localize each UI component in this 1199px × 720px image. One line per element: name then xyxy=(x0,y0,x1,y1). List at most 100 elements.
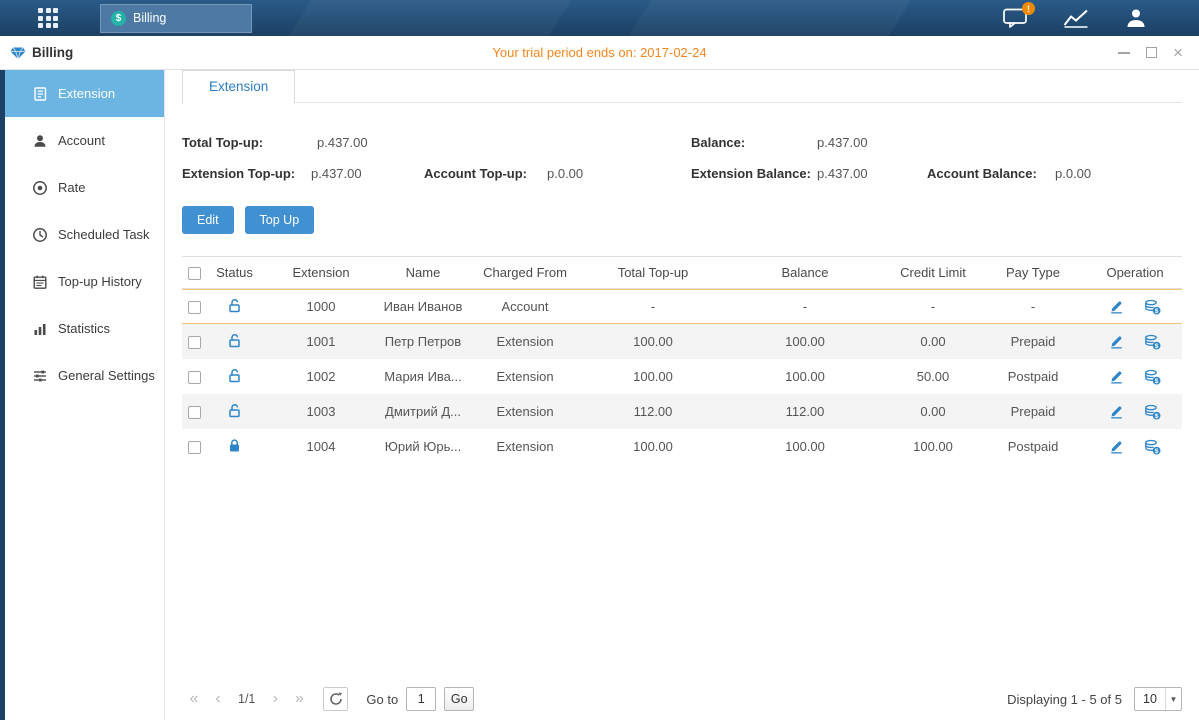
user-account-icon[interactable] xyxy=(1125,7,1147,29)
sidebar-item-general-settings[interactable]: General Settings xyxy=(5,352,164,399)
next-page-icon[interactable]: › xyxy=(263,687,287,711)
goto-page-input[interactable] xyxy=(406,687,436,711)
topbar-decoration xyxy=(289,0,571,36)
topbar-billing-tab[interactable]: $ Billing xyxy=(100,4,252,33)
header-status: Status xyxy=(207,256,262,289)
credit-limit-cell: 0.00 xyxy=(888,394,978,429)
table-row[interactable]: 1004 Юрий Юрь... Extension 100.00 100.00… xyxy=(182,429,1182,464)
prev-page-icon[interactable]: ‹ xyxy=(206,687,230,711)
balance-value: p.437.00 xyxy=(817,127,868,158)
table-row[interactable]: 1001 Петр Петров Extension 100.00 100.00… xyxy=(182,324,1182,359)
table-row[interactable]: 1003 Дмитрий Д... Extension 112.00 112.0… xyxy=(182,394,1182,429)
status-icon xyxy=(227,332,242,348)
top-up-row-icon[interactable]: $ xyxy=(1144,299,1161,315)
sidebar-item-label: Account xyxy=(58,133,105,148)
name-cell: Иван Иванов xyxy=(380,289,466,324)
status-icon xyxy=(227,437,242,453)
first-page-icon[interactable]: « xyxy=(182,687,206,711)
top-up-row-icon[interactable]: $ xyxy=(1144,439,1161,455)
extension-cell: 1003 xyxy=(262,394,380,429)
pay-type-cell: Prepaid xyxy=(978,394,1088,429)
extension-balance-label: Extension Balance: xyxy=(691,158,811,189)
extension-cell: 1001 xyxy=(262,324,380,359)
pay-type-cell: Postpaid xyxy=(978,429,1088,464)
row-checkbox[interactable] xyxy=(188,336,201,349)
top-up-row-icon[interactable]: $ xyxy=(1144,369,1161,385)
close-icon[interactable]: × xyxy=(1173,47,1183,58)
total-topup-cell: 100.00 xyxy=(584,324,722,359)
sidebar-item-rate[interactable]: Rate xyxy=(5,164,164,211)
row-checkbox[interactable] xyxy=(188,301,201,314)
header-charged-from: Charged From xyxy=(466,256,584,289)
total-topup-cell: 100.00 xyxy=(584,359,722,394)
account-topup-value: p.0.00 xyxy=(547,158,583,189)
top-up-button[interactable]: Top Up xyxy=(245,206,315,234)
svg-text:$: $ xyxy=(1155,447,1159,454)
topbar: $ Billing ! xyxy=(0,0,1199,36)
edit-row-icon[interactable] xyxy=(1109,404,1124,419)
edit-row-icon[interactable] xyxy=(1109,369,1124,384)
edit-button[interactable]: Edit xyxy=(182,206,234,234)
table-row[interactable]: 1000 Иван Иванов Account - - - - xyxy=(182,289,1182,324)
account-topup-label: Account Top-up: xyxy=(424,158,527,189)
name-cell: Петр Петров xyxy=(380,324,466,359)
table-row[interactable]: 1002 Мария Ива... Extension 100.00 100.0… xyxy=(182,359,1182,394)
sidebar-item-label: Statistics xyxy=(58,321,110,336)
top-up-row-icon[interactable]: $ xyxy=(1144,334,1161,350)
row-checkbox[interactable] xyxy=(188,406,201,419)
select-all-checkbox[interactable] xyxy=(188,267,201,280)
last-page-icon[interactable]: » xyxy=(287,687,311,711)
sidebar-item-label: Extension xyxy=(58,86,115,101)
edit-row-icon[interactable] xyxy=(1109,299,1124,314)
top-up-row-icon[interactable]: $ xyxy=(1144,404,1161,420)
main-content: Extension Total Top-up: p.437.00 Balance… xyxy=(165,70,1199,720)
minimize-icon[interactable] xyxy=(1118,52,1130,54)
svg-text:$: $ xyxy=(1155,377,1159,384)
extension-balance-value: p.437.00 xyxy=(817,158,868,189)
page-info: 1/1 xyxy=(238,692,255,706)
maximize-icon[interactable] xyxy=(1146,47,1157,58)
billing-gem-icon xyxy=(10,45,26,61)
credit-limit-cell: 100.00 xyxy=(888,429,978,464)
account-icon xyxy=(32,133,48,149)
sidebar-item-scheduled-task[interactable]: Scheduled Task xyxy=(5,211,164,258)
status-icon xyxy=(227,367,242,383)
table-header-row: Status Extension Name Charged From Total… xyxy=(182,256,1182,289)
tab-extension[interactable]: Extension xyxy=(182,70,295,104)
app-title: Billing xyxy=(32,45,73,60)
sidebar-item-label: General Settings xyxy=(58,368,155,383)
scheduled-task-icon xyxy=(32,227,48,243)
sidebar-item-extension[interactable]: Extension xyxy=(5,70,164,117)
titlebar: Billing Your trial period ends on: 2017-… xyxy=(0,36,1199,70)
tab-strip: Extension xyxy=(182,70,1182,103)
sidebar-item-account[interactable]: Account xyxy=(5,117,164,164)
sidebar-item-label: Rate xyxy=(58,180,85,195)
total-topup-label: Total Top-up: xyxy=(182,127,263,158)
extension-cell: 1004 xyxy=(262,429,380,464)
name-cell: Юрий Юрь... xyxy=(380,429,466,464)
go-button[interactable]: Go xyxy=(444,687,474,711)
edit-row-icon[interactable] xyxy=(1109,334,1124,349)
refresh-icon[interactable] xyxy=(323,687,348,711)
charged-from-cell: Extension xyxy=(466,324,584,359)
apps-grid-icon[interactable] xyxy=(38,8,58,28)
charged-from-cell: Account xyxy=(466,289,584,324)
balance-cell: 112.00 xyxy=(722,394,888,429)
messages-icon[interactable]: ! xyxy=(1003,8,1027,28)
balance-cell: - xyxy=(722,289,888,324)
page-size-select[interactable]: 10 ▼ xyxy=(1134,687,1182,711)
sidebar-item-topup-history[interactable]: Top-up History xyxy=(5,258,164,305)
row-checkbox[interactable] xyxy=(188,441,201,454)
status-icon xyxy=(227,297,242,313)
dollar-icon: $ xyxy=(111,11,126,26)
extension-topup-value: p.437.00 xyxy=(311,158,362,189)
sidebar-item-statistics[interactable]: Statistics xyxy=(5,305,164,352)
balance-cell: 100.00 xyxy=(722,324,888,359)
page-size-value: 10 xyxy=(1135,692,1165,706)
row-checkbox[interactable] xyxy=(188,371,201,384)
total-topup-cell: 112.00 xyxy=(584,394,722,429)
edit-row-icon[interactable] xyxy=(1109,439,1124,454)
sidebar-item-label: Top-up History xyxy=(58,274,142,289)
reports-chart-icon[interactable] xyxy=(1063,8,1089,28)
pay-type-cell: Prepaid xyxy=(978,324,1088,359)
